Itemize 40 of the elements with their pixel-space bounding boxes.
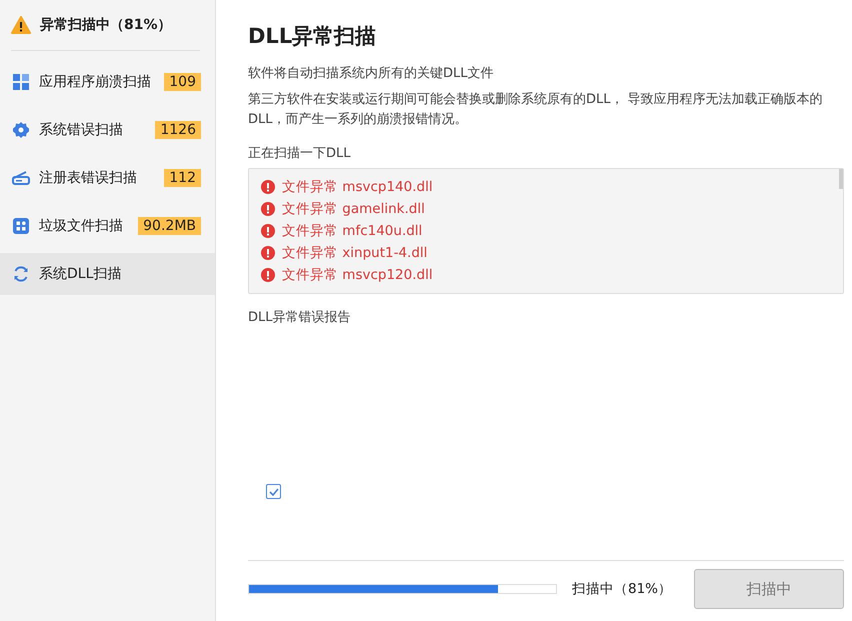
error-icon [261, 246, 275, 260]
gear-icon [13, 122, 29, 138]
description-text: 第三方软件在安装或运行期间可能会替换或删除系统原有的DLL， 导致应用程序无法加载正确版本的DLL，而产生一系列的崩溃报错情况。 [248, 91, 824, 129]
sidebar-item[interactable]: 系统DLL扫描 [0, 253, 215, 295]
router-icon [12, 171, 30, 185]
scrollbar-thumb[interactable] [839, 169, 843, 189]
scan-status-title: 异常扫描中（81%） [40, 16, 172, 34]
scan-result-text: 文件异常 msvcp120.dll [282, 266, 433, 284]
error-icon [261, 202, 275, 216]
report-checkbox[interactable] [266, 484, 281, 499]
count-badge: 90.2MB [138, 217, 201, 235]
item-label: 系统DLL扫描 [39, 265, 122, 283]
item-label: 系统错误扫描 [39, 121, 124, 139]
sidebar-item[interactable]: 垃圾文件扫描 90.2MB [0, 205, 215, 247]
warning-icon [11, 16, 31, 34]
check-icon [268, 488, 278, 496]
error-icon [261, 224, 275, 238]
grid-icon [13, 218, 29, 234]
scan-label: 正在扫描一下DLL [248, 145, 352, 162]
scan-result-text: 文件异常 mfc140u.dll [282, 222, 422, 240]
item-label: 垃圾文件扫描 [39, 217, 124, 235]
scan-result-text: 文件异常 xinput1-4.dll [282, 244, 428, 262]
sidebar-item[interactable]: 注册表错误扫描 112 [0, 157, 215, 199]
description-text: 软件将自动扫描系统内所有的关键DLL文件 [248, 65, 494, 83]
report-label: DLL异常错误报告 [248, 309, 352, 326]
sidebar-item[interactable]: 系统错误扫描 1126 [0, 109, 215, 151]
count-badge: 109 [164, 73, 201, 91]
page-title: DLL异常扫描 [248, 23, 378, 50]
scan-result-text: 文件异常 gamelink.dll [282, 200, 425, 218]
sidebar-item[interactable]: 应用程序崩溃扫描 109 [0, 61, 215, 103]
item-label: 应用程序崩溃扫描 [39, 73, 152, 91]
progress-reading: 扫描中（81%） [572, 580, 672, 598]
refresh-icon [13, 266, 29, 282]
count-badge: 1126 [155, 121, 201, 139]
error-icon [261, 180, 275, 194]
tiles-icon [13, 74, 29, 90]
error-icon [261, 268, 275, 282]
scan-result-text: 文件异常 msvcp140.dll [282, 178, 433, 196]
item-label: 注册表错误扫描 [39, 169, 138, 187]
count-badge: 112 [164, 169, 201, 187]
